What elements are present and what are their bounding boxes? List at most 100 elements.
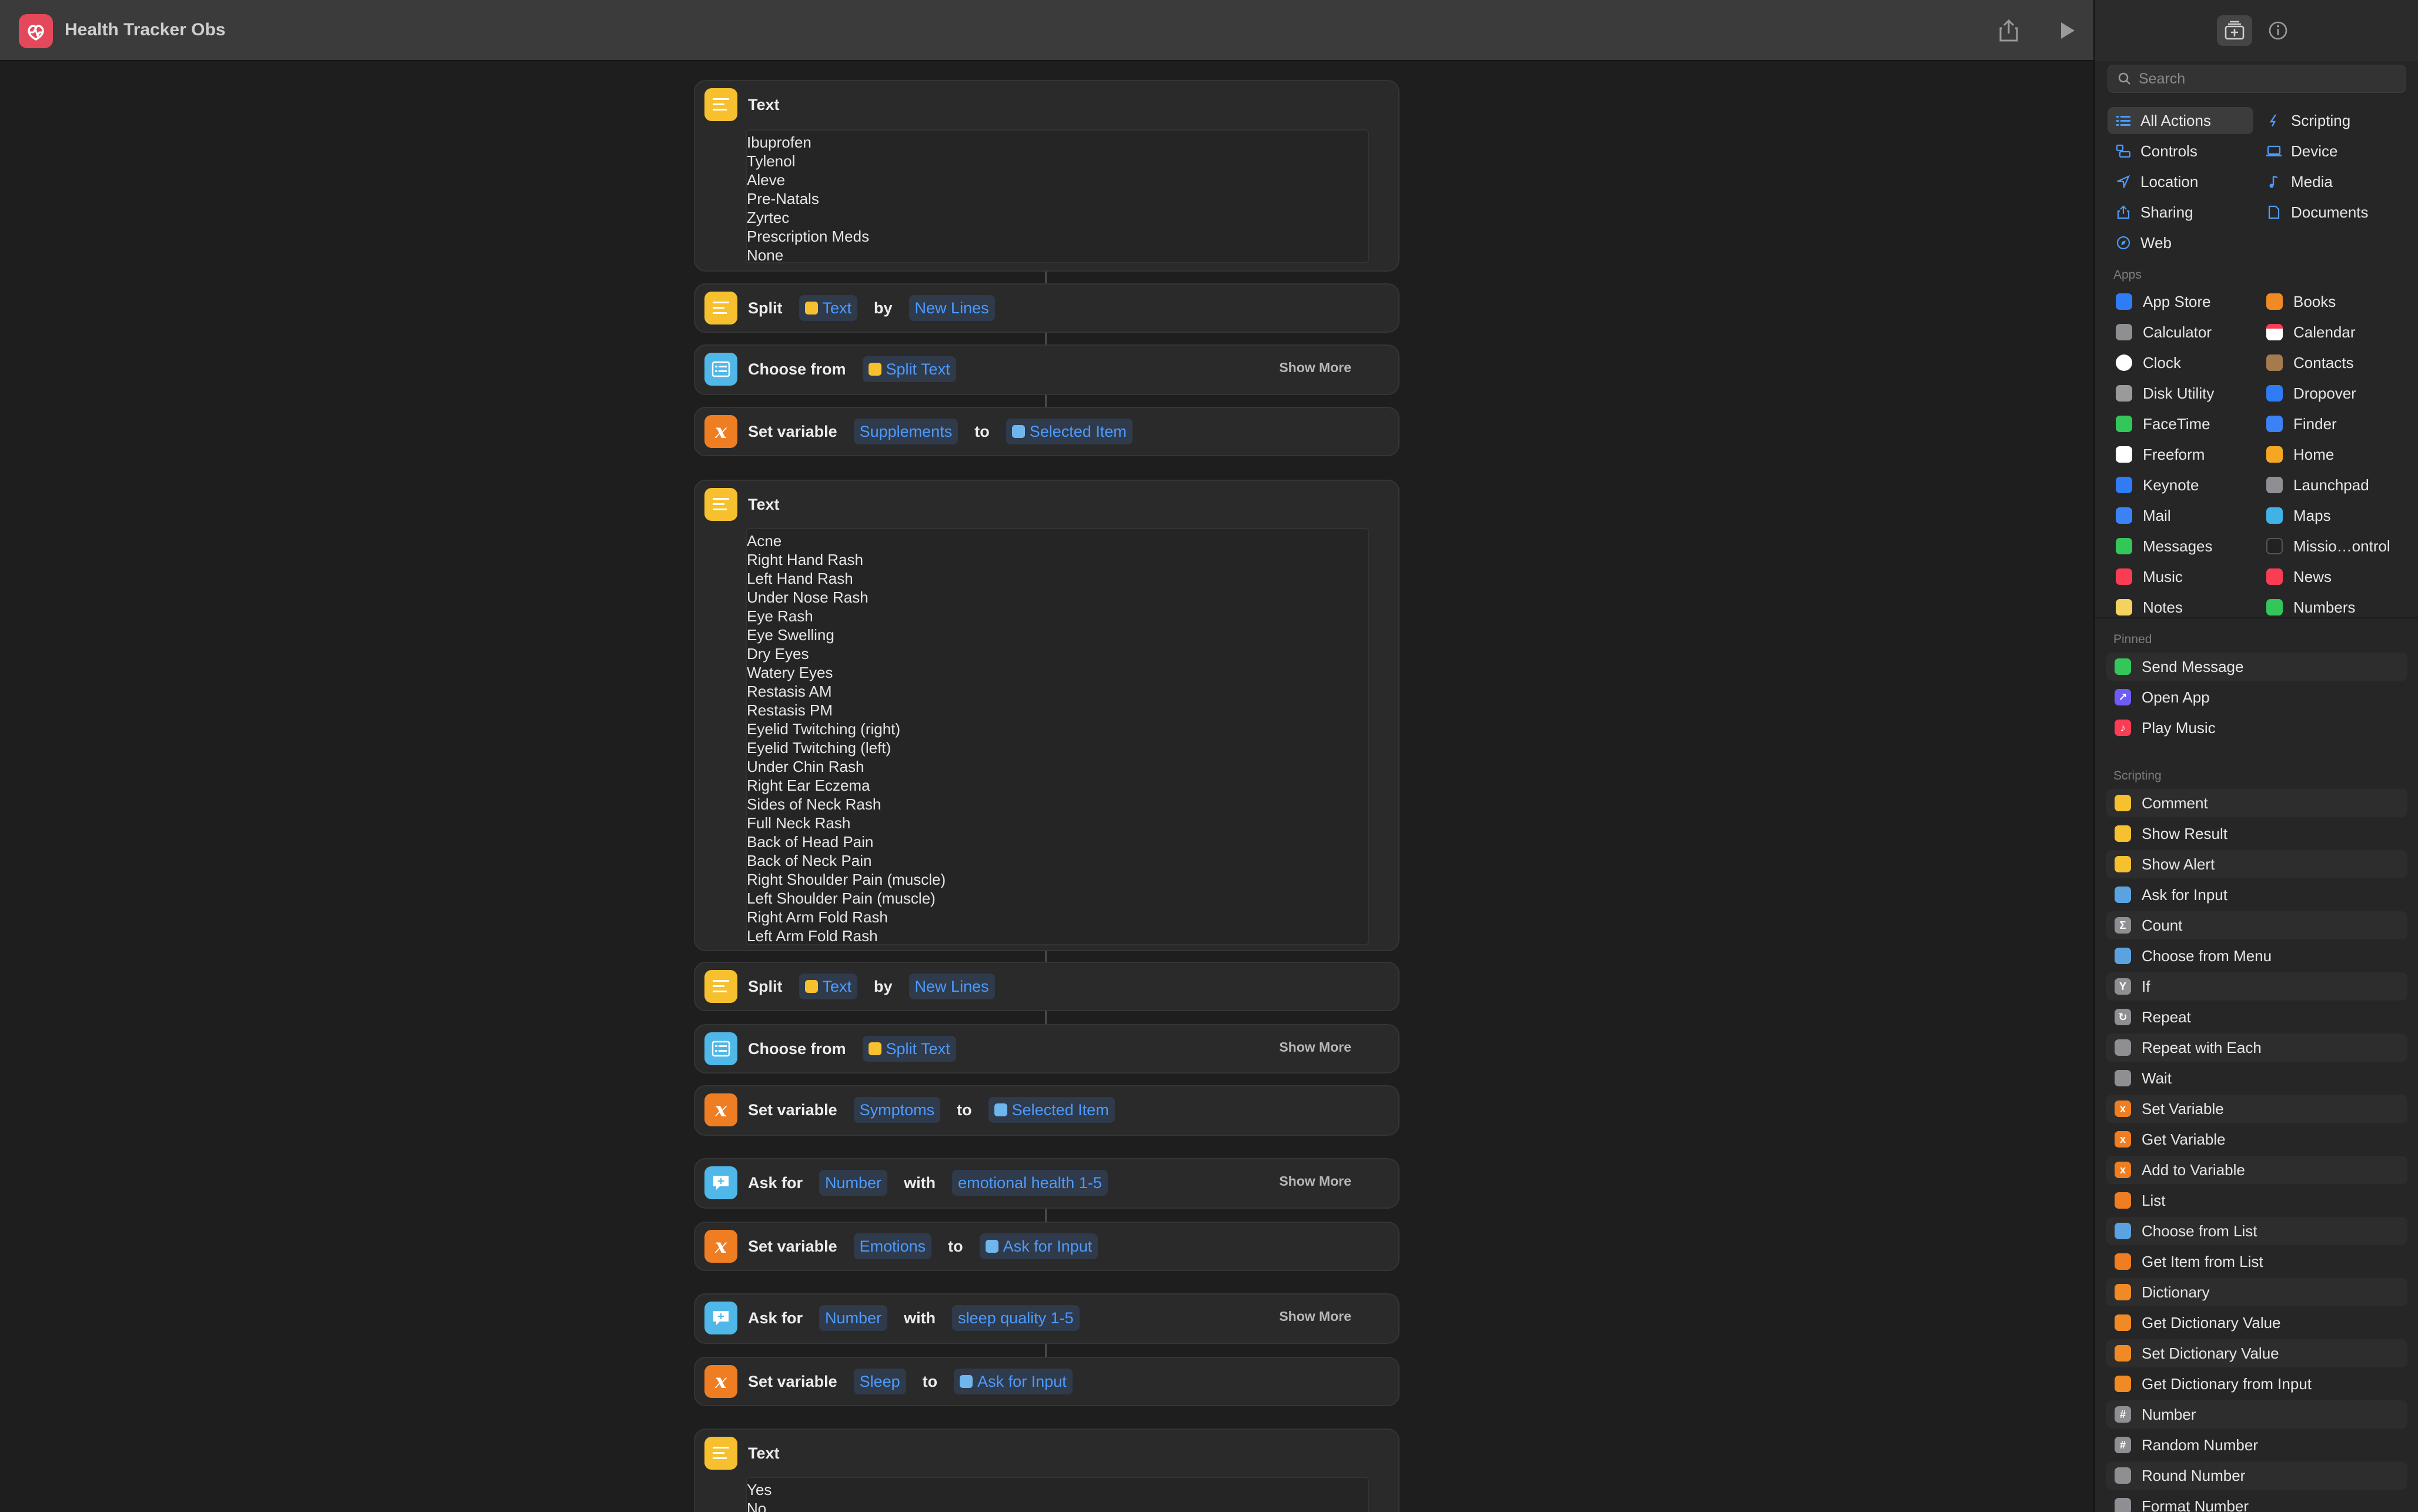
search-input[interactable] [2139,70,2397,88]
shortcut-icon[interactable] [19,14,53,48]
input-type-token[interactable]: Number [819,1170,888,1196]
text-action-yes-no[interactable]: Text Yes No [694,1429,1400,1512]
action-get-variable[interactable]: x Get Variable [2106,1125,2407,1153]
text-variable-token[interactable]: Text [799,295,858,321]
action-number[interactable]: # Number [2106,1400,2407,1429]
prompt-token[interactable]: emotional health 1-5 [952,1170,1108,1196]
action-choose-from-list[interactable]: Choose from List [2106,1217,2407,1245]
pinned-play-music[interactable]: ♪ Play Music [2106,714,2407,742]
app-books[interactable]: Books [2266,288,2407,315]
text-field[interactable]: Acne Right Hand Rash Left Hand Rash Unde… [746,528,1369,945]
app-news[interactable]: News [2266,563,2407,590]
shortcut-title[interactable]: Health Tracker Obs [65,20,225,40]
action-ask-for-input[interactable]: Ask for Input [2106,881,2407,909]
app-disk-utility[interactable]: Disk Utility [2116,380,2257,407]
action-comment[interactable]: Comment [2106,789,2407,817]
action-format-number[interactable]: Format Number [2106,1492,2407,1512]
app-dropover[interactable]: Dropover [2266,380,2407,407]
app-mission-control[interactable]: Missio…ontrol [2266,533,2407,560]
info-button[interactable] [2265,18,2291,44]
search-field[interactable] [2108,65,2406,93]
action-get-item-from-list[interactable]: Get Item from List [2106,1247,2407,1276]
split-text-token[interactable]: Split Text [862,1036,956,1062]
app-home[interactable]: Home [2266,441,2407,468]
app-facetime[interactable]: FaceTime [2116,410,2257,437]
app-messages[interactable]: Messages [2116,533,2257,560]
app-calculator[interactable]: Calculator [2116,319,2257,346]
app-keynote[interactable]: Keynote [2116,471,2257,499]
action-list[interactable]: List [2106,1186,2407,1215]
action-random-number[interactable]: # Random Number [2106,1431,2407,1459]
text-action-medications[interactable]: Text Ibuprofen Tylenol Aleve Pre-Natals … [694,80,1400,272]
choose-from-list-action[interactable]: Choose from Split Text Show More [694,1024,1400,1073]
action-get-dictionary-from-input[interactable]: Get Dictionary from Input [2106,1370,2407,1398]
show-more-button[interactable]: Show More [1279,1309,1351,1324]
action-wait[interactable]: Wait [2106,1064,2407,1092]
action-add-to-variable[interactable]: x Add to Variable [2106,1156,2407,1184]
show-more-button[interactable]: Show More [1279,1039,1351,1055]
category-documents[interactable]: Documents [2258,199,2405,226]
run-button[interactable] [2055,18,2080,44]
category-media[interactable]: Media [2258,168,2405,195]
variable-name-token[interactable]: Emotions [853,1233,932,1259]
actions-canvas[interactable]: Text Ibuprofen Tylenol Aleve Pre-Natals … [0,61,2093,1512]
choose-from-list-action[interactable]: Choose from Split Text Show More [694,344,1400,395]
category-scripting[interactable]: Scripting [2258,107,2405,134]
category-device[interactable]: Device [2258,138,2405,165]
app-maps[interactable]: Maps [2266,502,2407,529]
ask-for-input-action-emotions[interactable]: Ask for Number with emotional health 1-5… [694,1158,1400,1209]
action-show-alert[interactable]: Show Alert [2106,850,2407,878]
share-button[interactable] [1996,18,2022,44]
set-variable-action-symptoms[interactable]: x Set variable Symptoms to Selected Item [694,1085,1400,1136]
action-library-button[interactable] [2217,15,2252,46]
category-web[interactable]: Web [2108,229,2253,256]
separator-token[interactable]: New Lines [909,295,995,321]
category-sharing[interactable]: Sharing [2108,199,2253,226]
ask-for-input-token[interactable]: Ask for Input [954,1369,1073,1394]
category-all-actions[interactable]: All Actions [2108,107,2253,134]
app-mail[interactable]: Mail [2116,502,2257,529]
pinned-send-message[interactable]: Send Message [2106,653,2407,681]
action-choose-from-menu[interactable]: Choose from Menu [2106,942,2407,970]
app-finder[interactable]: Finder [2266,410,2407,437]
app-app-store[interactable]: App Store [2116,288,2257,315]
action-get-dictionary-value[interactable]: Get Dictionary Value [2106,1309,2407,1337]
set-variable-action-sleep[interactable]: x Set variable Sleep to Ask for Input [694,1357,1400,1406]
action-count[interactable]: Σ Count [2106,911,2407,939]
action-set-dictionary-value[interactable]: Set Dictionary Value [2106,1339,2407,1367]
show-more-button[interactable]: Show More [1279,1173,1351,1189]
action-round-number[interactable]: Round Number [2106,1461,2407,1490]
prompt-token[interactable]: sleep quality 1-5 [952,1305,1080,1331]
action-set-variable[interactable]: x Set Variable [2106,1095,2407,1123]
app-contacts[interactable]: Contacts [2266,349,2407,376]
text-field[interactable]: Ibuprofen Tylenol Aleve Pre-Natals Zyrte… [746,129,1369,263]
app-launchpad[interactable]: Launchpad [2266,471,2407,499]
variable-name-token[interactable]: Supplements [853,419,958,444]
app-music[interactable]: Music [2116,563,2257,590]
show-more-button[interactable]: Show More [1279,360,1351,376]
action-repeat-with-each[interactable]: Repeat with Each [2106,1033,2407,1062]
selected-item-token[interactable]: Selected Item [988,1097,1115,1123]
input-type-token[interactable]: Number [819,1305,888,1331]
action-if[interactable]: Y If [2106,972,2407,1001]
separator-token[interactable]: New Lines [909,974,995,999]
action-show-result[interactable]: Show Result [2106,819,2407,848]
ask-for-input-action-sleep[interactable]: Ask for Number with sleep quality 1-5 Sh… [694,1293,1400,1344]
split-text-action[interactable]: Split Text by New Lines [694,962,1400,1011]
selected-item-token[interactable]: Selected Item [1006,419,1133,444]
text-variable-token[interactable]: Text [799,974,858,999]
split-text-action[interactable]: Split Text by New Lines [694,283,1400,333]
set-variable-action-emotions[interactable]: x Set variable Emotions to Ask for Input [694,1222,1400,1271]
variable-name-token[interactable]: Symptoms [853,1097,941,1123]
app-calendar[interactable]: Calendar [2266,319,2407,346]
app-freeform[interactable]: Freeform [2116,441,2257,468]
action-repeat[interactable]: ↻ Repeat [2106,1003,2407,1031]
action-dictionary[interactable]: Dictionary [2106,1278,2407,1306]
category-controls[interactable]: Controls [2108,138,2253,165]
set-variable-action-supplements[interactable]: x Set variable Supplements to Selected I… [694,407,1400,456]
variable-name-token[interactable]: Sleep [853,1369,906,1394]
text-action-symptoms[interactable]: Text Acne Right Hand Rash Left Hand Rash… [694,480,1400,951]
pinned-open-app[interactable]: ↗ Open App [2106,683,2407,711]
text-field[interactable]: Yes No [746,1477,1369,1512]
ask-for-input-token[interactable]: Ask for Input [979,1233,1098,1259]
